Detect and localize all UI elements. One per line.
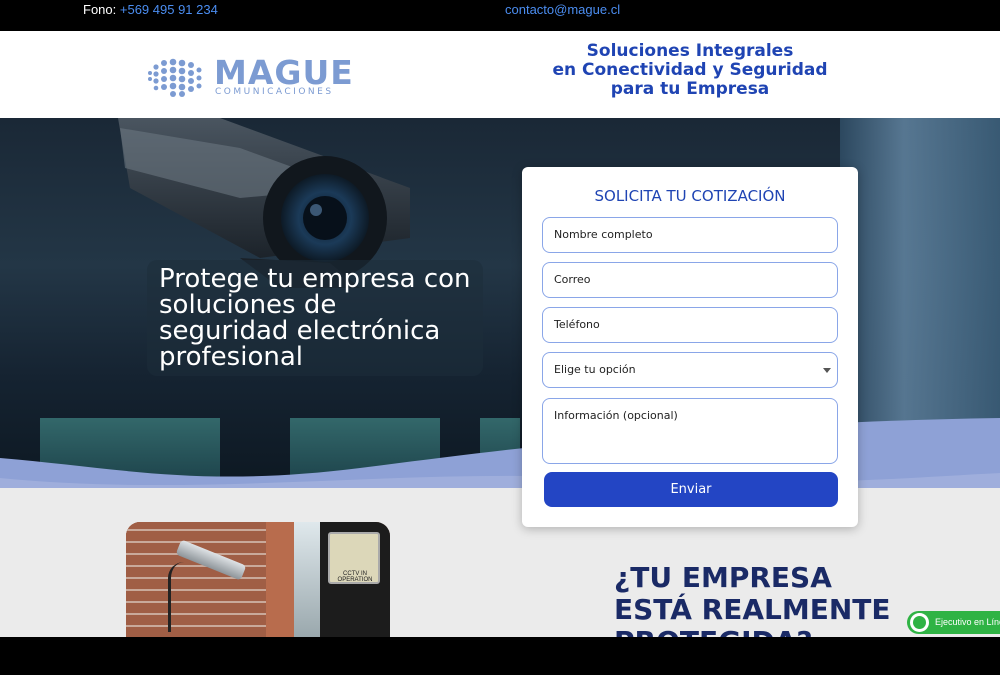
phone-info: Fono: +569 495 91 234 — [83, 2, 218, 17]
hero-headline: Protege tu empresa con soluciones de seg… — [147, 260, 483, 376]
brick-wall — [126, 522, 266, 637]
chevron-down-icon — [823, 368, 831, 373]
building-wall — [266, 522, 294, 637]
email-field[interactable]: Correo — [542, 262, 838, 298]
hero-monitor-background — [840, 118, 1000, 448]
whatsapp-icon — [910, 613, 929, 632]
submit-button[interactable]: Enviar — [544, 472, 838, 507]
option-select-value: Elige tu opción — [554, 363, 636, 376]
logo-dots-icon — [148, 58, 202, 97]
page: Fono: +569 495 91 234 contacto@mague.cl … — [0, 0, 1000, 675]
cctv-photo: CCTV IN OPERATION — [126, 522, 390, 637]
info-textarea[interactable]: Información (opcional) — [542, 398, 838, 464]
cctv-sign: CCTV IN OPERATION — [328, 532, 380, 584]
email-link[interactable]: contacto@mague.cl — [505, 2, 620, 17]
phone-link[interactable]: +569 495 91 234 — [120, 2, 218, 17]
phone-field[interactable]: Teléfono — [542, 307, 838, 343]
camera-cable — [168, 562, 184, 632]
cctv-sign-text: CCTV IN OPERATION — [337, 571, 373, 583]
alley-view — [294, 522, 320, 637]
tagline-line-2: en Conectividad y Seguridad — [552, 60, 828, 80]
tagline-line-3: para tu Empresa — [610, 79, 770, 99]
tagline-line-1: Soluciones Integrales — [586, 41, 794, 61]
site-header: MAGUE COMUNICACIONES Soluciones Integral… — [0, 31, 1000, 118]
whatsapp-label: Ejecutivo en Línea — [935, 617, 1000, 627]
whatsapp-chat-button[interactable]: Ejecutivo en Línea — [907, 611, 1000, 634]
name-field[interactable]: Nombre completo — [542, 217, 838, 253]
mague-logo[interactable]: MAGUE COMUNICACIONES — [146, 53, 356, 101]
bottom-black-bar — [0, 637, 1000, 675]
phone-label: Fono: — [83, 2, 117, 17]
logo-subtitle: COMUNICACIONES — [215, 87, 334, 97]
header-tagline: Soluciones Integrales en Conectividad y … — [530, 42, 850, 99]
option-select[interactable]: Elige tu opción — [542, 352, 838, 388]
form-title: SOLICITA TU COTIZACIÓN — [594, 187, 786, 205]
top-contact-bar: Fono: +569 495 91 234 contacto@mague.cl — [0, 0, 1000, 31]
quote-form: SOLICITA TU COTIZACIÓN Nombre completo C… — [522, 167, 858, 527]
